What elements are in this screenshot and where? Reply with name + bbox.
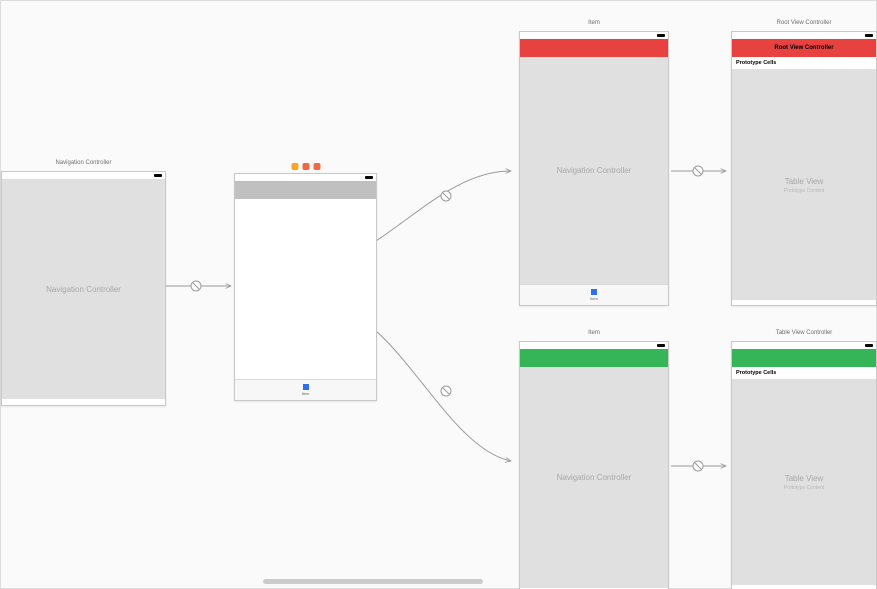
scene-nav-controller-1[interactable]: Navigation Controller Navigation Control…: [1, 171, 166, 406]
scene-title: Root View Controller: [732, 20, 876, 26]
scene-title: Item: [520, 330, 668, 336]
scene-title: Navigation Controller: [2, 160, 165, 166]
nav-placeholder: Navigation Controller: [520, 367, 668, 588]
prototype-cells-header: Prototype Cells: [732, 57, 876, 70]
scene-header-icons: [291, 163, 320, 170]
table-placeholder: Table View Prototype Content: [732, 70, 876, 300]
shield-icon: [291, 163, 298, 170]
nav-title: Root View Controller: [774, 45, 833, 51]
storyboard-canvas[interactable]: Navigation Controller Navigation Control…: [0, 0, 877, 589]
scene-nav-controller-red[interactable]: Item Navigation Controller Item: [519, 31, 669, 306]
status-bar: [732, 32, 876, 39]
status-bar: [520, 32, 668, 39]
scene-table-view-controller[interactable]: Table View Controller Prototype Cells Ta…: [731, 341, 877, 589]
placeholder-label: Navigation Controller: [557, 166, 632, 175]
scene-tabbar-root[interactable]: Item: [234, 173, 377, 401]
scene-root-view-controller[interactable]: Root View Controller Root View Controlle…: [731, 31, 877, 306]
exit-icon: [313, 163, 320, 170]
placeholder-sublabel: Prototype Content: [784, 188, 824, 194]
horizontal-scrollbar[interactable]: [263, 579, 483, 584]
placeholder-label: Navigation Controller: [46, 285, 121, 294]
status-bar: [520, 342, 668, 349]
scene-nav-controller-green[interactable]: Item Navigation Controller: [519, 341, 669, 589]
table-placeholder: Table View Prototype Content: [732, 380, 876, 585]
navigation-bar: [520, 39, 668, 57]
placeholder-label: Table View: [785, 177, 824, 186]
tab-label[interactable]: Item: [590, 296, 598, 301]
navigation-bar: [235, 181, 376, 199]
tab-bar[interactable]: Item: [235, 379, 376, 400]
content-area: [235, 199, 376, 379]
tab-icon[interactable]: [303, 384, 309, 390]
tab-label[interactable]: Item: [302, 391, 310, 396]
status-bar: [2, 172, 165, 179]
placeholder-label: Table View: [785, 474, 824, 483]
prototype-cells-header: Prototype Cells: [732, 367, 876, 380]
placeholder-sublabel: Prototype Content: [784, 485, 824, 491]
tab-icon[interactable]: [591, 289, 597, 295]
status-bar: [732, 342, 876, 349]
scene-title: Table View Controller: [732, 330, 876, 336]
navigation-bar: [732, 349, 876, 367]
scene-title: Item: [520, 20, 668, 26]
nav-placeholder: Navigation Controller: [520, 57, 668, 284]
status-bar: [235, 174, 376, 181]
placeholder-label: Navigation Controller: [557, 473, 632, 482]
navigation-bar: Root View Controller: [732, 39, 876, 57]
nav-placeholder: Navigation Controller: [2, 179, 165, 399]
navigation-bar: [520, 349, 668, 367]
tab-bar[interactable]: Item: [520, 284, 668, 305]
first-responder-icon: [302, 163, 309, 170]
